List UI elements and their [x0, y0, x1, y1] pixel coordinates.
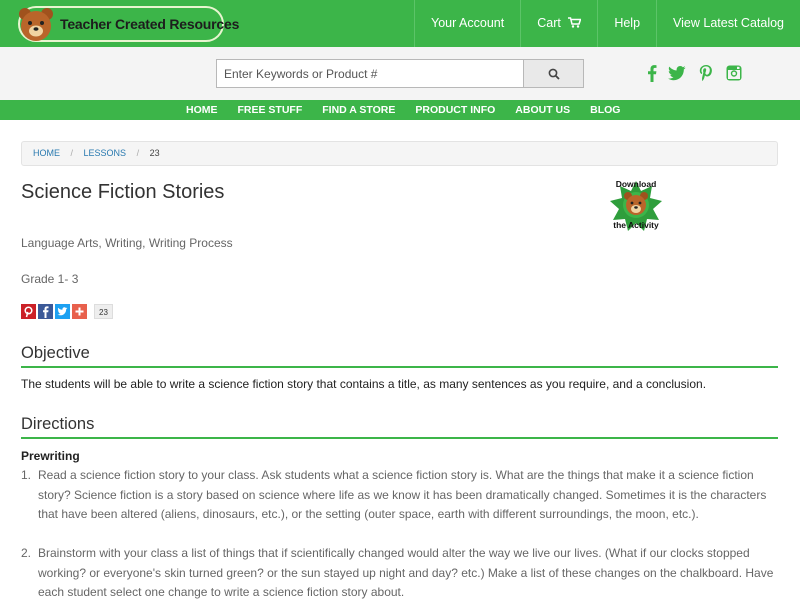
twitter-icon[interactable]: [668, 64, 686, 82]
prewriting-heading: Prewriting: [21, 449, 80, 463]
view-catalog-link[interactable]: View Latest Catalog: [656, 0, 800, 47]
search-icon: [548, 68, 560, 80]
search-button[interactable]: [523, 59, 584, 88]
nav-free-stuff[interactable]: FREE STUFF: [228, 100, 313, 120]
step-text: Brainstorm with your class a list of thi…: [38, 546, 774, 599]
top-links: Your Account Cart Help View Latest Catal…: [414, 0, 800, 47]
download-sublabel: the Activity: [613, 220, 659, 230]
section-divider: [21, 437, 778, 439]
more-share-icon[interactable]: [72, 304, 87, 319]
objective-text: The students will be able to write a sci…: [21, 377, 707, 391]
breadcrumb-separator: /: [70, 148, 74, 158]
step-number: 2.: [21, 546, 32, 560]
facebook-share-icon[interactable]: [38, 304, 53, 319]
breadcrumb-home[interactable]: HOME: [33, 148, 60, 158]
site-logo[interactable]: Teacher Created Resources: [18, 6, 239, 42]
share-bar: 23: [21, 304, 113, 319]
facebook-icon[interactable]: [643, 64, 661, 82]
search-row: [0, 47, 800, 100]
nav-home[interactable]: HOME: [176, 100, 228, 120]
breadcrumb: HOME / LESSONS / 23: [21, 141, 778, 166]
pinterest-share-icon[interactable]: [21, 304, 36, 319]
top-bar: Teacher Created Resources Your Account C…: [0, 0, 800, 47]
your-account-link[interactable]: Your Account: [414, 0, 520, 47]
lesson-grade: Grade 1- 3: [21, 272, 79, 286]
plus-icon: [75, 307, 84, 316]
twitter-share-icon[interactable]: [55, 304, 70, 319]
download-activity-button[interactable]: Download the Activity: [606, 176, 666, 234]
logo-text: Teacher Created Resources: [60, 16, 240, 32]
step-text: Read a science fiction story to your cla…: [38, 468, 767, 521]
main-nav: HOME FREE STUFF FIND A STORE PRODUCT INF…: [0, 100, 800, 120]
search-input[interactable]: [216, 59, 524, 88]
breadcrumb-current: 23: [149, 148, 160, 158]
nav-product-info[interactable]: PRODUCT INFO: [405, 100, 505, 120]
twitter-glyph-icon: [57, 307, 68, 316]
help-link[interactable]: Help: [597, 0, 656, 47]
cart-icon: [568, 17, 582, 28]
pinterest-glyph-icon: [24, 306, 33, 318]
cart-link[interactable]: Cart: [520, 0, 597, 47]
bear-logo-icon: [19, 8, 53, 41]
pinterest-icon[interactable]: [697, 64, 715, 82]
breadcrumb-separator: /: [136, 148, 140, 158]
nav-about-us[interactable]: ABOUT US: [505, 100, 580, 120]
breadcrumb-lessons[interactable]: LESSONS: [84, 148, 127, 158]
nav-blog[interactable]: BLOG: [580, 100, 630, 120]
download-label: Download: [615, 179, 657, 189]
directions-heading: Directions: [21, 415, 95, 433]
share-count: 23: [94, 304, 113, 319]
objective-heading: Objective: [21, 344, 90, 362]
instagram-icon[interactable]: [725, 64, 743, 82]
page-title: Science Fiction Stories: [21, 181, 225, 203]
lesson-subjects: Language Arts, Writing, Writing Process: [21, 236, 233, 250]
step-number: 1.: [21, 468, 32, 482]
cart-label: Cart: [537, 16, 561, 30]
section-divider: [21, 366, 778, 368]
nav-find-a-store[interactable]: FIND A STORE: [312, 100, 405, 120]
facebook-glyph-icon: [43, 306, 49, 318]
